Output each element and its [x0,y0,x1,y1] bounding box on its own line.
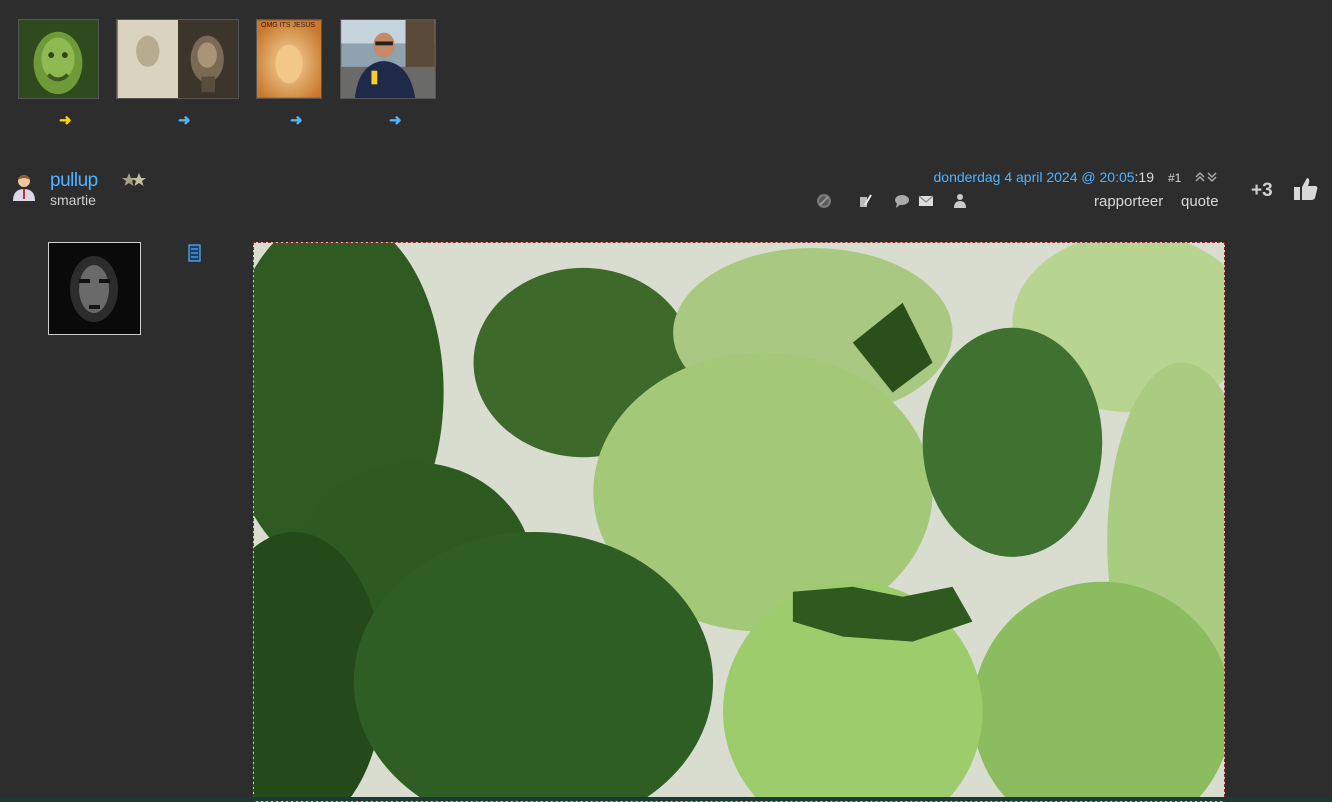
block-icon[interactable] [816,193,832,209]
thumbnail-shroud[interactable] [116,19,239,99]
user-info-icon[interactable] [952,193,968,209]
mail-icon[interactable] [918,193,934,209]
moderation-arrows-icon[interactable] [1194,170,1218,184]
vote-score: +3 [1251,180,1273,201]
thumbnail-arrow-1[interactable]: ➜ [59,112,72,130]
post-number[interactable]: #1 [1168,171,1181,185]
thumbnail-caption: OMG ITS JESUS [261,22,316,29]
report-link[interactable]: rapporteer [1094,193,1163,210]
rank-stars-icon [122,172,146,190]
omg-jesus-image [257,20,321,98]
thumbs-up-icon[interactable] [1293,176,1319,202]
post-user-title: smartie [50,192,96,208]
thumbnail-man-photo[interactable] [340,19,436,99]
avatar-face-image [49,243,140,334]
bottom-status-bar [0,797,1332,801]
thumbnail-green-face[interactable] [18,19,99,99]
post-date-seconds: :19 [1134,169,1154,185]
edit-icon[interactable] [857,193,873,209]
man-photo-image [341,20,435,98]
user-avatar[interactable] [48,242,141,335]
green-face-image [19,20,98,98]
thumbnail-arrow-2[interactable]: ➜ [178,112,191,130]
post-username[interactable]: pullup [50,170,98,192]
user-person-icon [11,173,37,203]
post-date: donderdag 4 april 2024 @ 20:05:19 [934,169,1155,185]
profile-card-icon[interactable] [188,244,201,262]
quote-link[interactable]: quote [1181,193,1219,210]
comment-icon[interactable] [894,193,910,209]
thumbnail-omg-jesus[interactable]: OMG ITS JESUS [256,19,322,99]
thumbnail-arrow-3[interactable]: ➜ [290,112,303,130]
shroud-image [117,20,238,98]
post-image-green-strawberries [253,242,1225,802]
thumbnail-arrow-4[interactable]: ➜ [389,112,402,130]
post-date-link[interactable]: donderdag 4 april 2024 @ 20:05 [934,169,1135,185]
